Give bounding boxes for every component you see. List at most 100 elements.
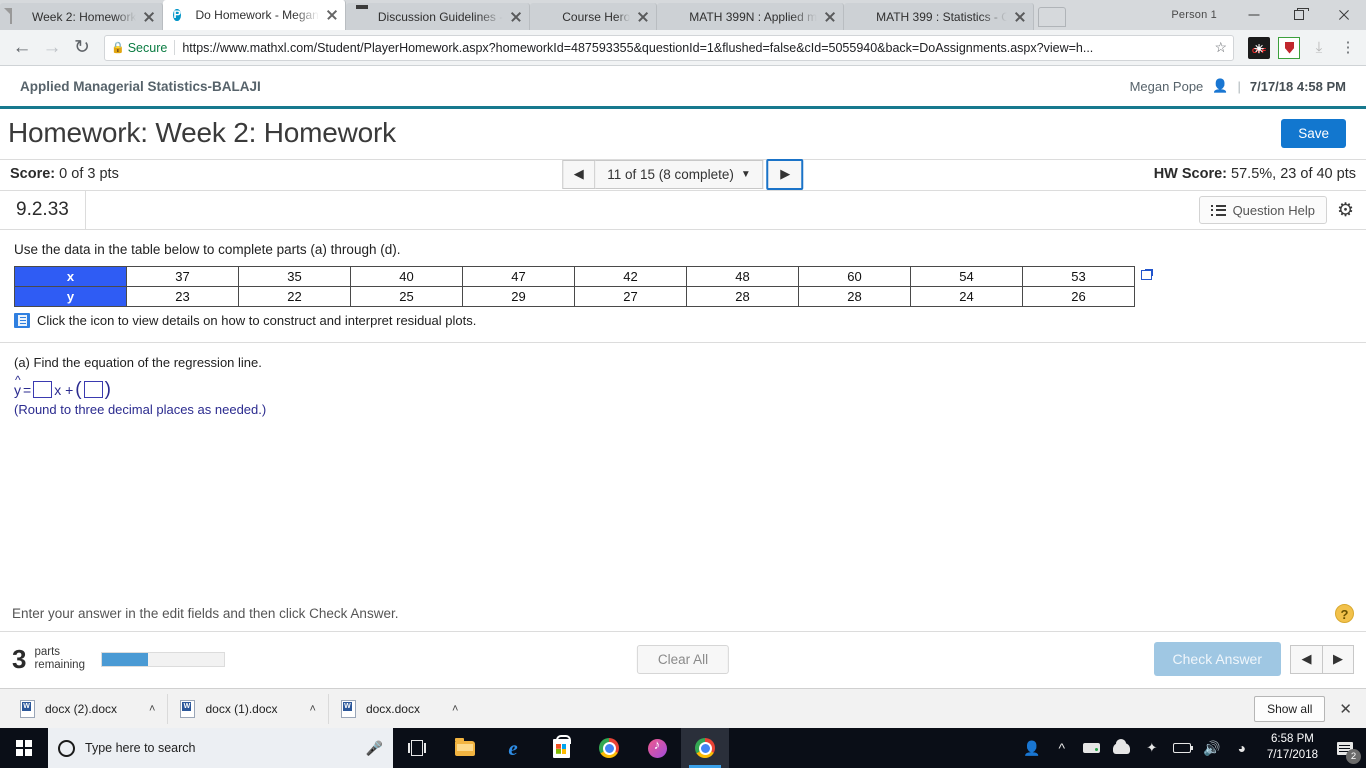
file-explorer-icon[interactable] [441,728,489,768]
tab-close-icon[interactable] [509,10,523,24]
word-doc-icon [340,699,356,718]
download-item[interactable]: docx (1).docx ˄ [168,693,329,724]
slope-input[interactable] [33,381,53,398]
extension-off-icon[interactable]: OFF [1248,34,1270,64]
bookmark-star-icon[interactable]: ☆ [1214,39,1227,56]
help-icon[interactable]: ? [1335,604,1354,623]
cell-x-8: 53 [1022,266,1135,287]
minimize-button[interactable] [1231,0,1276,30]
coursehero-icon [540,9,556,25]
download-shelf: docx (2).docx ˄ docx (1).docx ˄ docx.doc… [0,688,1366,728]
start-button[interactable] [0,728,48,768]
footer-next-button[interactable]: ▶ [1322,644,1354,674]
question-number-bar: 9.2.33 Question Help ⚙ [0,191,1366,230]
browser-tab-strip: Week 2: Homework P Do Homework - Megan D… [0,0,1366,30]
close-shelf-icon[interactable]: ✕ [1339,700,1352,718]
book-icon[interactable] [14,313,30,328]
cell-x-5: 48 [686,266,799,287]
task-view-icon[interactable] [393,728,441,768]
cell-x-3: 47 [462,266,575,287]
tab-close-icon[interactable] [823,10,837,24]
chrome-icon[interactable] [585,728,633,768]
pager-prev-button[interactable]: ◀ [562,159,596,189]
course-title: Applied Managerial Statistics-BALAJI [20,78,261,94]
rounding-note: (Round to three decimal places as needed… [14,402,267,417]
wifi-icon[interactable]: ◕ [1227,728,1257,768]
onedrive-icon[interactable] [1107,728,1137,768]
x-plus-label: x + [54,381,74,398]
reload-button[interactable]: ↻ [68,34,96,62]
volume-icon[interactable]: 🔊 [1197,728,1227,768]
data-table: x 37 35 40 47 42 48 60 54 53 y 23 22 25 … [14,266,1135,307]
question-footer: Enter your answer in the edit fields and… [0,604,1366,686]
chrome-active-icon[interactable] [681,728,729,768]
notifications-button[interactable]: 2 [1328,728,1362,768]
maximize-button[interactable] [1276,0,1321,30]
clock-date: 7/17/2018 [1266,749,1318,761]
browser-tab-4[interactable]: Course Hero [530,3,658,30]
progress-bar [100,651,225,667]
y-hat-label: y [14,373,21,398]
tab-close-icon[interactable] [325,8,339,22]
download-item[interactable]: docx (2).docx ˄ [8,693,169,724]
word-doc-icon [180,699,196,718]
intercept-input[interactable] [83,381,103,398]
chevron-up-icon[interactable]: ˄ [149,703,155,715]
save-button[interactable]: Save [1281,118,1346,148]
cell-x-0: 37 [126,266,239,287]
cell-y-1: 22 [238,286,351,307]
question-help-button[interactable]: Question Help [1198,196,1327,224]
adobe-pdf-icon[interactable]: ⤓ [1308,37,1330,59]
tab-title: Discussion Guidelines - [377,9,504,24]
battery-icon[interactable] [1167,728,1197,768]
pager-next-button[interactable]: ▶ [766,158,804,190]
pager-dropdown[interactable]: 11 of 15 (8 complete) ▼ [595,159,764,189]
user-name[interactable]: Megan Pope [1130,79,1204,94]
show-hidden-icons-icon[interactable]: ^ [1047,728,1077,768]
download-item[interactable]: docx.docx ˄ [329,694,470,724]
gear-icon[interactable]: ⚙ [1337,199,1354,222]
tab-close-icon[interactable] [142,10,156,24]
footer-prev-button[interactable]: ◀ [1290,644,1322,674]
extension-shield-icon[interactable] [1278,36,1300,59]
chevron-up-icon[interactable]: ˄ [310,703,316,715]
tab-close-icon[interactable] [636,10,650,24]
chevron-up-icon[interactable]: ˄ [452,703,458,715]
cortana-icon [58,739,75,757]
browser-tab-5[interactable]: MATH 399N : Applied m [657,3,845,30]
pager-label: 11 of 15 (8 complete) [607,166,734,182]
close-window-button[interactable] [1321,0,1366,30]
download-name: docx (1).docx [205,701,278,716]
user-avatar-icon[interactable]: 👤 [1212,78,1228,94]
forward-button[interactable]: → [38,34,66,62]
hard-drive-icon[interactable] [1077,728,1107,768]
edge-icon[interactable]: e [489,728,537,768]
check-answer-button[interactable]: Check Answer [1153,642,1281,676]
cell-y-8: 26 [1022,286,1135,307]
browser-tab-3[interactable]: Discussion Guidelines - [345,3,531,30]
tab-close-icon[interactable] [1013,10,1027,24]
popout-table-icon[interactable] [1141,269,1153,280]
question-pager: ◀ 11 of 15 (8 complete) ▼ ▶ [562,158,804,190]
browser-tab-1[interactable]: Week 2: Homework [0,3,164,30]
browser-tab-2[interactable]: P Do Homework - Megan [163,0,346,30]
itunes-icon[interactable] [633,728,681,768]
chrome-menu-icon[interactable]: ⋮ [1338,40,1358,55]
people-icon[interactable]: 👤 [1017,728,1047,768]
new-tab-button[interactable] [1038,7,1067,27]
microphone-icon[interactable]: 🎤 [366,740,383,757]
header-separator: | [1237,78,1241,94]
profile-name[interactable]: Person 1 [1157,9,1231,21]
taskbar-search-input[interactable]: Type here to search 🎤 [48,728,393,768]
dropbox-icon[interactable]: ✦ [1137,728,1167,768]
back-button[interactable]: ← [8,34,36,62]
browser-tab-6[interactable]: MATH 399 : Statistics - C [844,3,1035,30]
show-all-downloads-button[interactable]: Show all [1254,695,1326,722]
score-bar: Score: 0 of 3 pts ◀ 11 of 15 (8 complete… [0,158,1366,191]
address-bar[interactable]: 🔒 Secure https://www.mathxl.com/Student/… [104,34,1234,61]
microsoft-store-icon[interactable] [537,728,585,768]
url-text: https://www.mathxl.com/Student/PlayerHom… [182,40,1094,55]
taskbar-clock[interactable]: 6:58 PM 7/17/2018 [1257,732,1328,763]
clear-all-button[interactable]: Clear All [636,644,730,674]
instruction-row: Enter your answer in the edit fields and… [0,604,1366,631]
